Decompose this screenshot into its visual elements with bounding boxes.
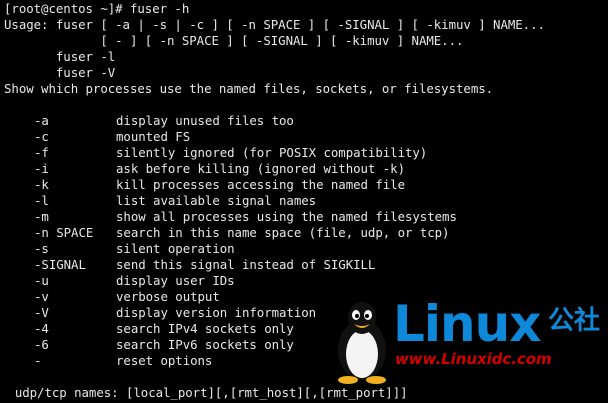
option-desc: display unused files too [116,113,294,128]
option-flag: -k [34,177,49,192]
option-desc: display version information [116,305,317,320]
option-desc: search IPv4 sockets only [116,321,294,336]
terminal-window[interactable]: [root@centos ~]# fuser -h Usage: fuser [… [0,0,608,403]
description-line: Show which processes use the named files… [4,81,494,96]
option-flag: -c [34,129,49,144]
option-desc: show all processes using the named files… [116,209,457,224]
option-flag: - [34,353,42,368]
option-desc: ask before killing (ignored without -k) [116,161,405,176]
option-flag: -f [34,145,49,160]
option-desc: display user IDs [116,273,235,288]
option-flag: -a [34,113,49,128]
option-flag: -s [34,241,49,256]
usage-line-1: Usage: fuser [ -a | -s | -c ] [ -n SPACE… [4,17,545,32]
option-flag: -SIGNAL [34,257,86,272]
option-desc: silently ignored (for POSIX compatibilit… [116,145,428,160]
option-flag: -V [34,305,49,320]
watermark-brand-cn: 公社 [548,306,600,336]
option-desc: mounted FS [116,129,191,144]
option-desc: silent operation [116,241,235,256]
option-desc: verbose output [116,289,220,304]
option-flag: -m [34,209,49,224]
option-flag: -n SPACE [34,225,94,240]
option-flag: -v [34,289,49,304]
option-flag: -l [34,193,49,208]
option-desc: reset options [116,353,213,368]
prompt-line: [root@centos ~]# fuser -h [4,1,190,16]
option-flag: -u [34,273,49,288]
option-desc: list available signal names [116,193,317,208]
option-flag: -4 [34,321,49,336]
option-desc: search IPv6 sockets only [116,337,294,352]
linuxidc-watermark: Linux 公社 www.Linuxidc.com [330,296,608,403]
tux-penguin-icon [338,302,386,384]
usage-line-3: fuser -l [4,49,116,64]
option-desc: kill processes accessing the named file [116,177,405,192]
option-desc: send this signal instead of SIGKILL [116,257,376,272]
option-flag: -i [34,161,49,176]
usage-line-4: fuser -V [4,65,116,80]
option-flag: -6 [34,337,49,352]
usage-line-2: [ - ] [ -n SPACE ] [ -SIGNAL ] [ -kimuv … [4,33,464,48]
watermark-url: www.Linuxidc.com [395,350,552,368]
option-desc: search in this name space (file, udp, or… [116,225,450,240]
watermark-brand: Linux [393,295,541,353]
